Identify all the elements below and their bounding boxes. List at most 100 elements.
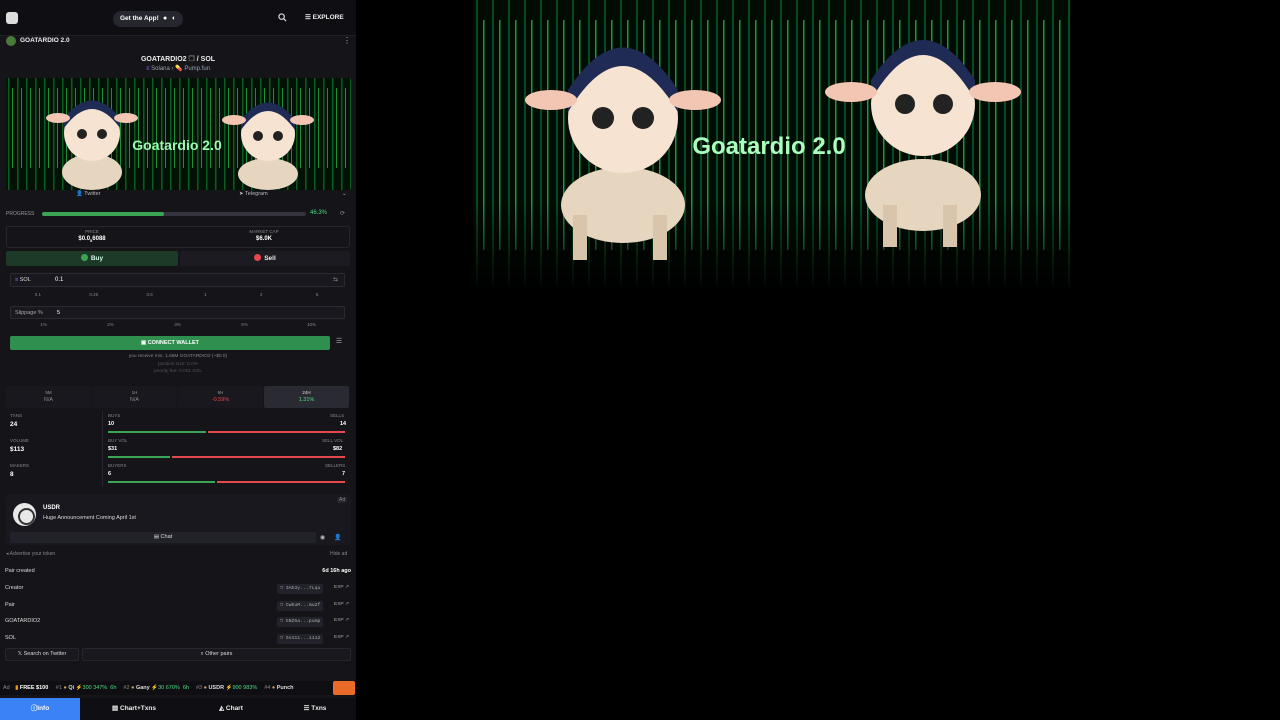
telegram-link[interactable]: ➤ Telegram bbox=[239, 191, 268, 201]
ticker-item[interactable]: #3 ● USDR ⚡900 983% bbox=[196, 681, 257, 695]
ticker-item[interactable]: #4 ● Punch bbox=[264, 681, 293, 695]
timeframe-change: N/A bbox=[129, 397, 140, 403]
price-label: PRICE bbox=[85, 229, 99, 234]
person-icon[interactable]: 👤 bbox=[334, 534, 341, 541]
quick-amount-button[interactable]: 0.5 bbox=[122, 292, 178, 297]
explorer-label: EXP bbox=[334, 634, 344, 640]
amount-input-row[interactable]: ≡ SOL 0.1 ⇆ bbox=[10, 273, 345, 287]
other-pairs-button[interactable]: ⌕ Other pairs bbox=[82, 648, 351, 661]
nav-info[interactable]: ⓘInfo bbox=[0, 698, 80, 720]
twitter-link[interactable]: 👤 Twitter bbox=[76, 191, 101, 201]
copy-address-button[interactable]: ❐ 3AE3y...7Lqu bbox=[277, 584, 324, 594]
ticker-next-button[interactable] bbox=[333, 681, 355, 695]
quick-amount-button[interactable]: 1 bbox=[178, 292, 234, 297]
connect-wallet-button[interactable]: ▣ CONNECT WALLET bbox=[10, 336, 330, 350]
buys-value: 10 bbox=[108, 421, 115, 427]
priority-info: priority fee: 0.001 SOL bbox=[154, 369, 202, 374]
timeframe-tab-5m[interactable]: 5M N/A bbox=[6, 386, 91, 408]
amount-input[interactable]: 0.1 bbox=[55, 277, 63, 283]
slippage-value[interactable]: 5 bbox=[57, 307, 60, 320]
solana-icon: ≡ bbox=[15, 277, 19, 283]
hide-ad-link[interactable]: Hide ad bbox=[330, 551, 347, 557]
currency-select[interactable]: ≡ SOL bbox=[15, 277, 31, 283]
address-row: SOL ❐ So111...1112 EXP ↗ bbox=[5, 633, 351, 647]
volume-value: $113 bbox=[10, 446, 25, 453]
buyers-label: BUYERS bbox=[108, 463, 127, 468]
ad-chat-label: Chat bbox=[160, 534, 173, 540]
sell-tab[interactable]: Sell bbox=[180, 251, 350, 266]
dex-name[interactable]: Pump.fun bbox=[184, 66, 210, 72]
explorer-link[interactable]: EXP ↗ bbox=[334, 585, 349, 590]
quick-amount-button[interactable]: 2 bbox=[233, 292, 289, 297]
nav-chart[interactable]: ◭ Chart bbox=[198, 698, 264, 720]
globe-icon[interactable]: ◉ bbox=[320, 534, 325, 541]
search-twitter-label: Search on Twitter bbox=[23, 651, 67, 657]
telegram-icon: ➤ bbox=[239, 191, 244, 197]
token-name: GOATARDIO 2.0 bbox=[20, 37, 70, 44]
copy-address-button[interactable]: ❐ CwEuM...mu2f bbox=[277, 600, 324, 611]
ticker-age: 6h bbox=[110, 685, 117, 691]
chevron-down-icon[interactable]: ⌄ bbox=[342, 191, 347, 201]
explorer-link[interactable]: EXP ↗ bbox=[334, 618, 349, 623]
settings-icon[interactable]: ☰ bbox=[333, 337, 345, 349]
slippage-preset-button[interactable]: 5% bbox=[211, 322, 278, 327]
buyers-bar bbox=[108, 481, 216, 483]
get-app-button[interactable]: Get the App! ● ◐ bbox=[113, 11, 183, 27]
explorer-link[interactable]: EXP ↗ bbox=[334, 635, 349, 640]
address-label: Pair bbox=[5, 601, 15, 608]
copy-address-button[interactable]: ❐ GNZ5a...pump bbox=[277, 617, 324, 627]
timeframe-tab-6h[interactable]: 6H -0.59% bbox=[178, 386, 263, 408]
slippage-preset-button[interactable]: 2% bbox=[77, 322, 144, 327]
txns-label: TXNS bbox=[10, 413, 23, 418]
copy-icon[interactable]: ❐ bbox=[189, 56, 195, 63]
sells-value: 14 bbox=[340, 421, 347, 427]
ticker-item[interactable]: #2 ● Gany ⚡30 670% 6h bbox=[123, 681, 189, 695]
bolt-icon: ⚡ bbox=[74, 685, 83, 691]
usdr-logo-icon bbox=[13, 503, 36, 526]
more-options-icon[interactable]: ⋮ bbox=[343, 36, 351, 45]
buy-vol-value: $31 bbox=[108, 446, 118, 452]
menu-icon: ☰ bbox=[305, 14, 313, 21]
explorer-link[interactable]: EXP ↗ bbox=[334, 602, 349, 607]
buy-tab[interactable]: Buy bbox=[6, 251, 178, 266]
external-link-icon: ↗ bbox=[343, 601, 349, 607]
slippage-preset-button[interactable]: 10% bbox=[278, 322, 345, 327]
copy-address-button[interactable]: ❐ So111...1112 bbox=[277, 633, 324, 644]
refresh-icon[interactable]: ⟳ bbox=[340, 210, 345, 217]
bolt-icon: ⚡ bbox=[149, 685, 159, 691]
nav-txns[interactable]: ☰ Txns bbox=[280, 698, 350, 720]
sellers-value: 7 bbox=[342, 471, 346, 477]
progress-fill bbox=[42, 212, 165, 216]
buy-vol-label: BUY VOL bbox=[108, 438, 128, 443]
ticker-name: Gany bbox=[135, 685, 150, 691]
explorer-label: EXP bbox=[334, 601, 344, 607]
timeframe-change: N/A bbox=[43, 397, 54, 403]
swap-icon[interactable]: ⇆ bbox=[333, 276, 338, 283]
quick-amount-button[interactable]: 5 bbox=[289, 292, 345, 297]
quick-amount-button[interactable]: 0.25 bbox=[66, 292, 122, 297]
timeframe-tab-24h[interactable]: 24H 1.31% bbox=[264, 386, 349, 408]
slippage-preset-button[interactable]: 3% bbox=[144, 322, 211, 327]
sells-label: SELLS bbox=[330, 413, 345, 418]
preview-title: Goatardio 2.0 bbox=[692, 133, 845, 160]
pair-created-value: 6d 16h ago bbox=[322, 568, 351, 574]
explore-button[interactable]: ☰ EXPLORE bbox=[305, 13, 344, 21]
ticker-item[interactable]: #1 ● Qi ⚡300 347% 6h bbox=[56, 681, 117, 695]
nav-chart-txns[interactable]: ▤ Chart+Txns bbox=[92, 698, 176, 720]
chain-name[interactable]: Solana bbox=[151, 66, 170, 72]
advertise-link[interactable]: ◂ Advertise your token bbox=[6, 551, 55, 557]
ticker-change: 30 670% bbox=[158, 685, 180, 691]
makers-value: 8 bbox=[10, 471, 14, 478]
sell-label: Sell bbox=[264, 255, 276, 262]
slippage-preset-button[interactable]: 1% bbox=[10, 322, 77, 327]
ad-chat-button[interactable]: ▤ Chat bbox=[10, 532, 316, 543]
slippage-input[interactable]: Slippage % 5 bbox=[10, 306, 345, 319]
search-icon[interactable] bbox=[278, 13, 287, 24]
dexscreener-logo-icon[interactable] bbox=[6, 12, 18, 24]
ticker-name: Punch bbox=[276, 685, 294, 691]
quick-amount-button[interactable]: 0.1 bbox=[10, 292, 66, 297]
external-link-icon: ↗ bbox=[343, 634, 349, 640]
ticker-free[interactable]: ▮ FREE $100 bbox=[15, 685, 48, 691]
search-twitter-button[interactable]: 𝕏 Search on Twitter bbox=[5, 648, 79, 661]
timeframe-tab-1h[interactable]: 1H N/A bbox=[92, 386, 177, 408]
